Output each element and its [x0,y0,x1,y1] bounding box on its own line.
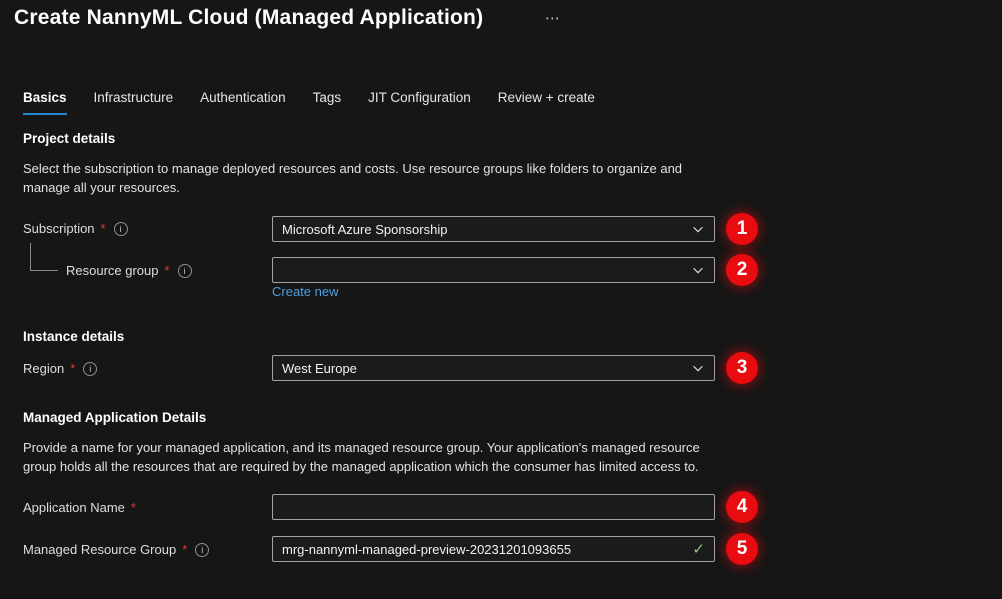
chevron-down-icon [691,361,705,375]
info-icon[interactable]: i [178,264,192,278]
required-asterisk: * [70,361,75,376]
subscription-dropdown[interactable]: Microsoft Azure Sponsorship [272,216,715,242]
annotation-badge-3: 3 [726,352,758,384]
tab-basics[interactable]: Basics [23,90,67,115]
subscription-value: Microsoft Azure Sponsorship [282,222,691,237]
valid-check-icon: ✓ [692,542,705,557]
tab-jit-configuration[interactable]: JIT Configuration [368,90,471,115]
managed-resource-group-field-wrapper: ✓ [272,536,715,562]
tab-infrastructure[interactable]: Infrastructure [94,90,174,115]
annotation-badge-4: 4 [726,491,758,523]
create-new-link[interactable]: Create new [272,284,338,299]
resource-group-label: Resource group*i [66,263,192,278]
managed-resource-group-label: Managed Resource Group*i [23,542,209,557]
tab-authentication[interactable]: Authentication [200,90,286,115]
managed-application-details-description: Provide a name for your managed applicat… [23,438,707,476]
region-label: Region*i [23,361,97,376]
required-asterisk: * [131,500,136,515]
create-managed-application-page: Create NannyML Cloud (Managed Applicatio… [0,0,1002,599]
tree-connector-line [30,243,58,271]
page-title: Create NannyML Cloud (Managed Applicatio… [14,6,483,30]
required-asterisk: * [101,221,106,236]
required-asterisk: * [165,263,170,278]
application-name-input[interactable] [282,495,705,519]
managed-application-details-heading: Managed Application Details [23,410,206,425]
more-options-icon[interactable]: ⋯ [545,9,561,27]
info-icon[interactable]: i [83,362,97,376]
application-name-label: Application Name* [23,500,136,515]
annotation-badge-5: 5 [726,533,758,565]
info-icon[interactable]: i [114,222,128,236]
application-name-field-wrapper [272,494,715,520]
annotation-badge-2: 2 [726,254,758,286]
annotation-badge-1: 1 [726,213,758,245]
required-asterisk: * [182,542,187,557]
info-icon[interactable]: i [195,543,209,557]
instance-details-heading: Instance details [23,329,124,344]
region-dropdown[interactable]: West Europe [272,355,715,381]
tab-bar: Basics Infrastructure Authentication Tag… [23,90,595,115]
region-value: West Europe [282,361,691,376]
subscription-label: Subscription*i [23,221,128,236]
project-details-description: Select the subscription to manage deploy… [23,159,691,197]
chevron-down-icon [691,263,705,277]
tab-review-create[interactable]: Review + create [498,90,595,115]
managed-resource-group-input[interactable] [282,537,692,561]
project-details-heading: Project details [23,131,115,146]
resource-group-dropdown[interactable] [272,257,715,283]
tab-tags[interactable]: Tags [313,90,342,115]
chevron-down-icon [691,222,705,236]
